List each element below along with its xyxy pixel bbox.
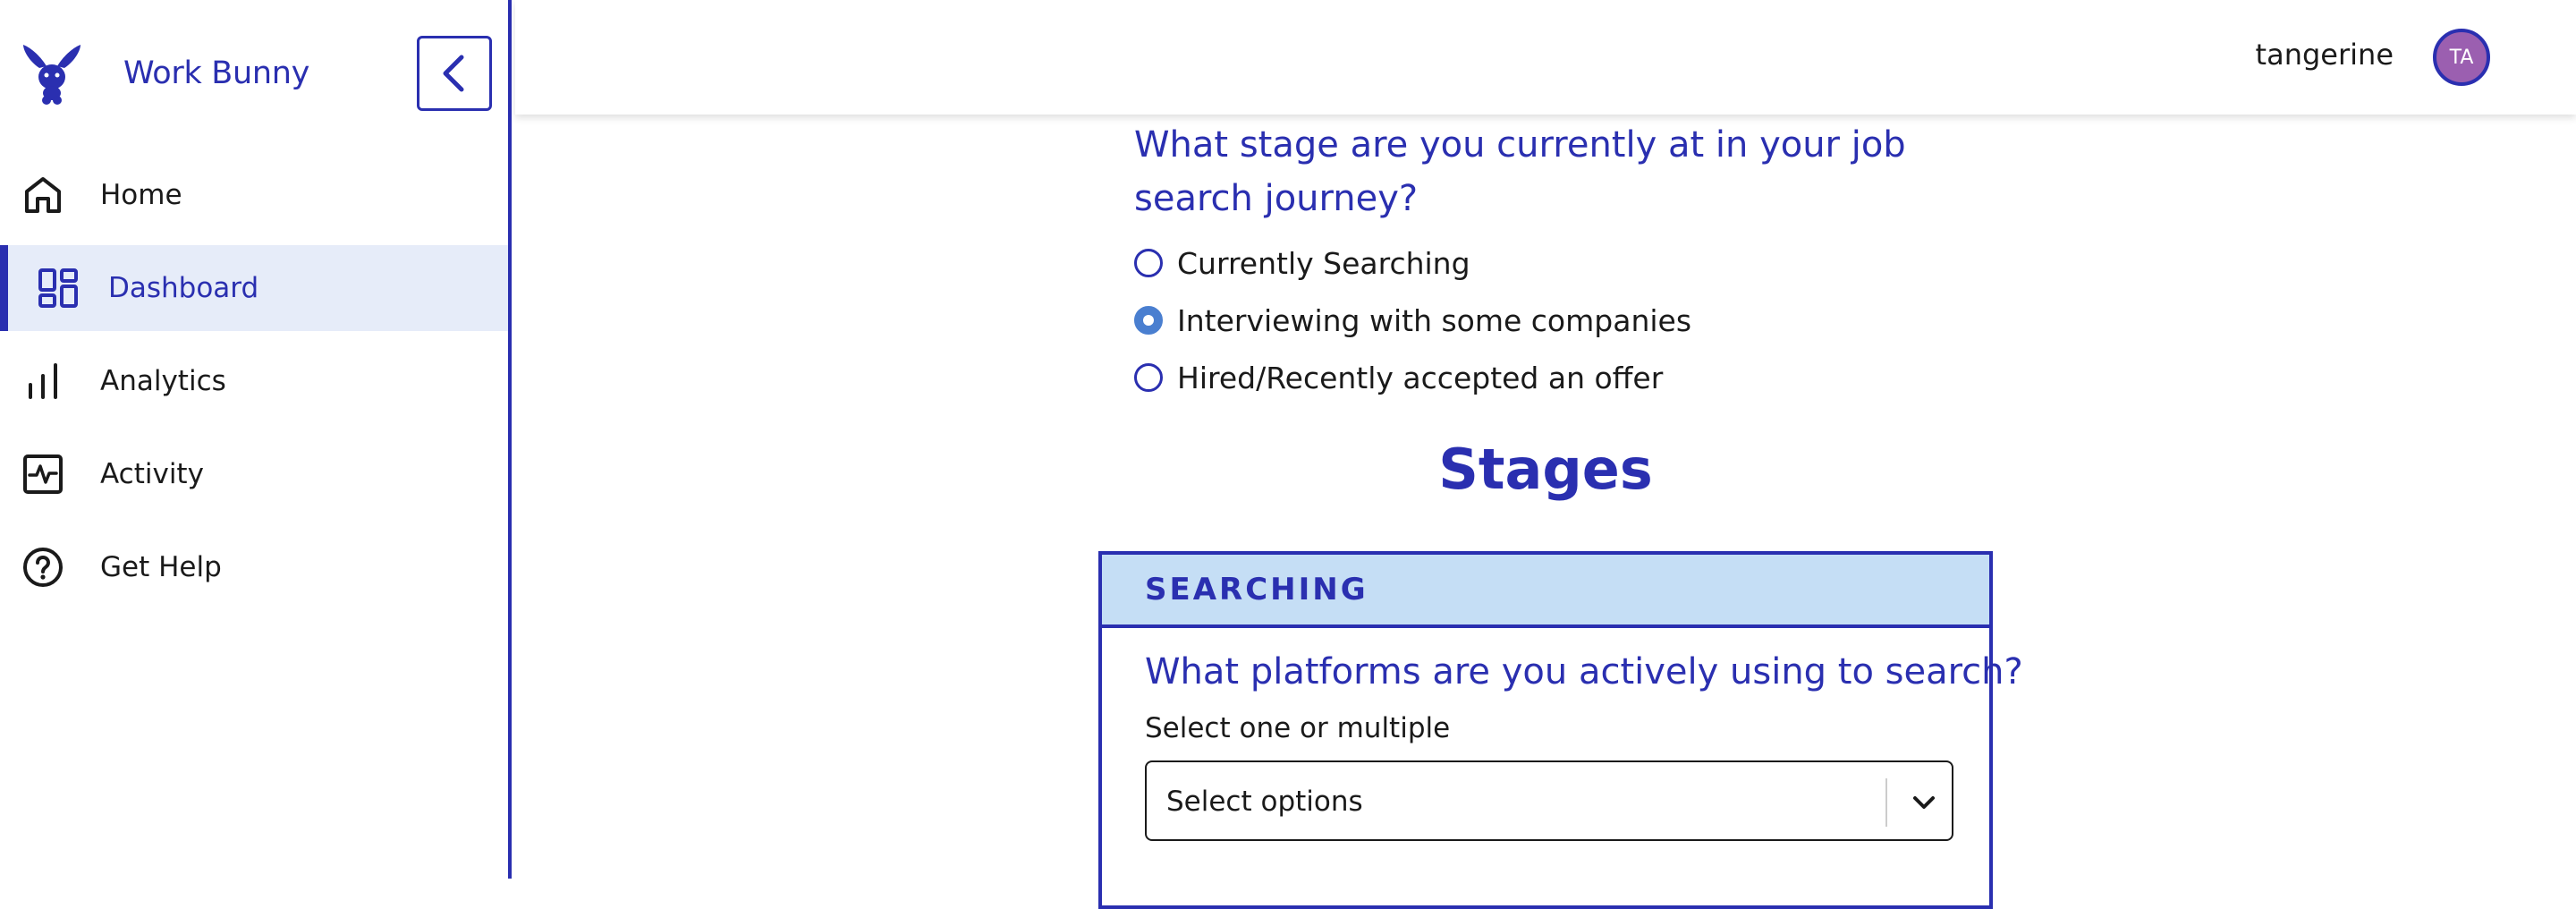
sidebar-item-dashboard[interactable]: Dashboard: [0, 245, 508, 331]
radio-label: Interviewing with some companies: [1177, 302, 1692, 338]
stages-title: Stages: [1438, 437, 1653, 502]
select-divider: [1885, 778, 1887, 827]
platforms-select[interactable]: Select options: [1145, 760, 1953, 841]
select-placeholder: Select options: [1166, 786, 1363, 818]
stage-card-searching: SEARCHING What platforms are you activel…: [1098, 551, 2023, 909]
bar-chart-icon: [20, 358, 66, 404]
radio-option-currently-searching[interactable]: Currently Searching: [1134, 243, 1470, 283]
sidebar: Work Bunny Home Dashboard Analytics Acti…: [0, 0, 512, 879]
sidebar-item-label: Analytics: [100, 365, 226, 397]
sidebar-item-label: Home: [100, 179, 182, 211]
username[interactable]: tangerine: [2256, 38, 2394, 72]
collapse-sidebar-button[interactable]: [417, 36, 492, 111]
card-header-label: SEARCHING: [1145, 572, 1368, 607]
home-icon: [20, 172, 66, 218]
bunny-logo-icon: [23, 45, 80, 105]
sidebar-item-home[interactable]: Home: [0, 152, 508, 238]
sidebar-item-label: Dashboard: [108, 272, 259, 304]
radio-button[interactable]: [1134, 363, 1163, 392]
card-header: SEARCHING: [1102, 555, 1989, 628]
chevron-left-icon: [443, 55, 464, 92]
activity-icon: [20, 451, 66, 497]
stage-question-title: What stage are you currently at in your …: [1134, 124, 1906, 219]
platforms-question: What platforms are you actively using to…: [1145, 651, 2023, 692]
radio-button[interactable]: [1134, 249, 1163, 277]
brand[interactable]: Work Bunny: [20, 38, 309, 109]
avatar[interactable]: TA: [2433, 29, 2490, 86]
sidebar-item-label: Get Help: [100, 551, 222, 583]
sidebar-item-get-help[interactable]: Get Help: [0, 524, 508, 610]
help-icon: [20, 544, 66, 590]
radio-option-interviewing[interactable]: Interviewing with some companies: [1134, 301, 1691, 340]
sidebar-item-activity[interactable]: Activity: [0, 431, 508, 517]
platforms-hint: Select one or multiple: [1145, 712, 1451, 744]
radio-label: Hired/Recently accepted an offer: [1177, 360, 1664, 395]
radio-button-selected[interactable]: [1134, 306, 1163, 335]
dashboard-icon: [35, 265, 81, 311]
radio-label: Currently Searching: [1177, 245, 1470, 281]
radio-option-hired[interactable]: Hired/Recently accepted an offer: [1134, 358, 1663, 397]
sidebar-item-analytics[interactable]: Analytics: [0, 338, 508, 424]
sidebar-item-label: Activity: [100, 458, 204, 490]
app-name: Work Bunny: [123, 55, 310, 91]
chevron-down-icon[interactable]: [1903, 782, 1945, 823]
